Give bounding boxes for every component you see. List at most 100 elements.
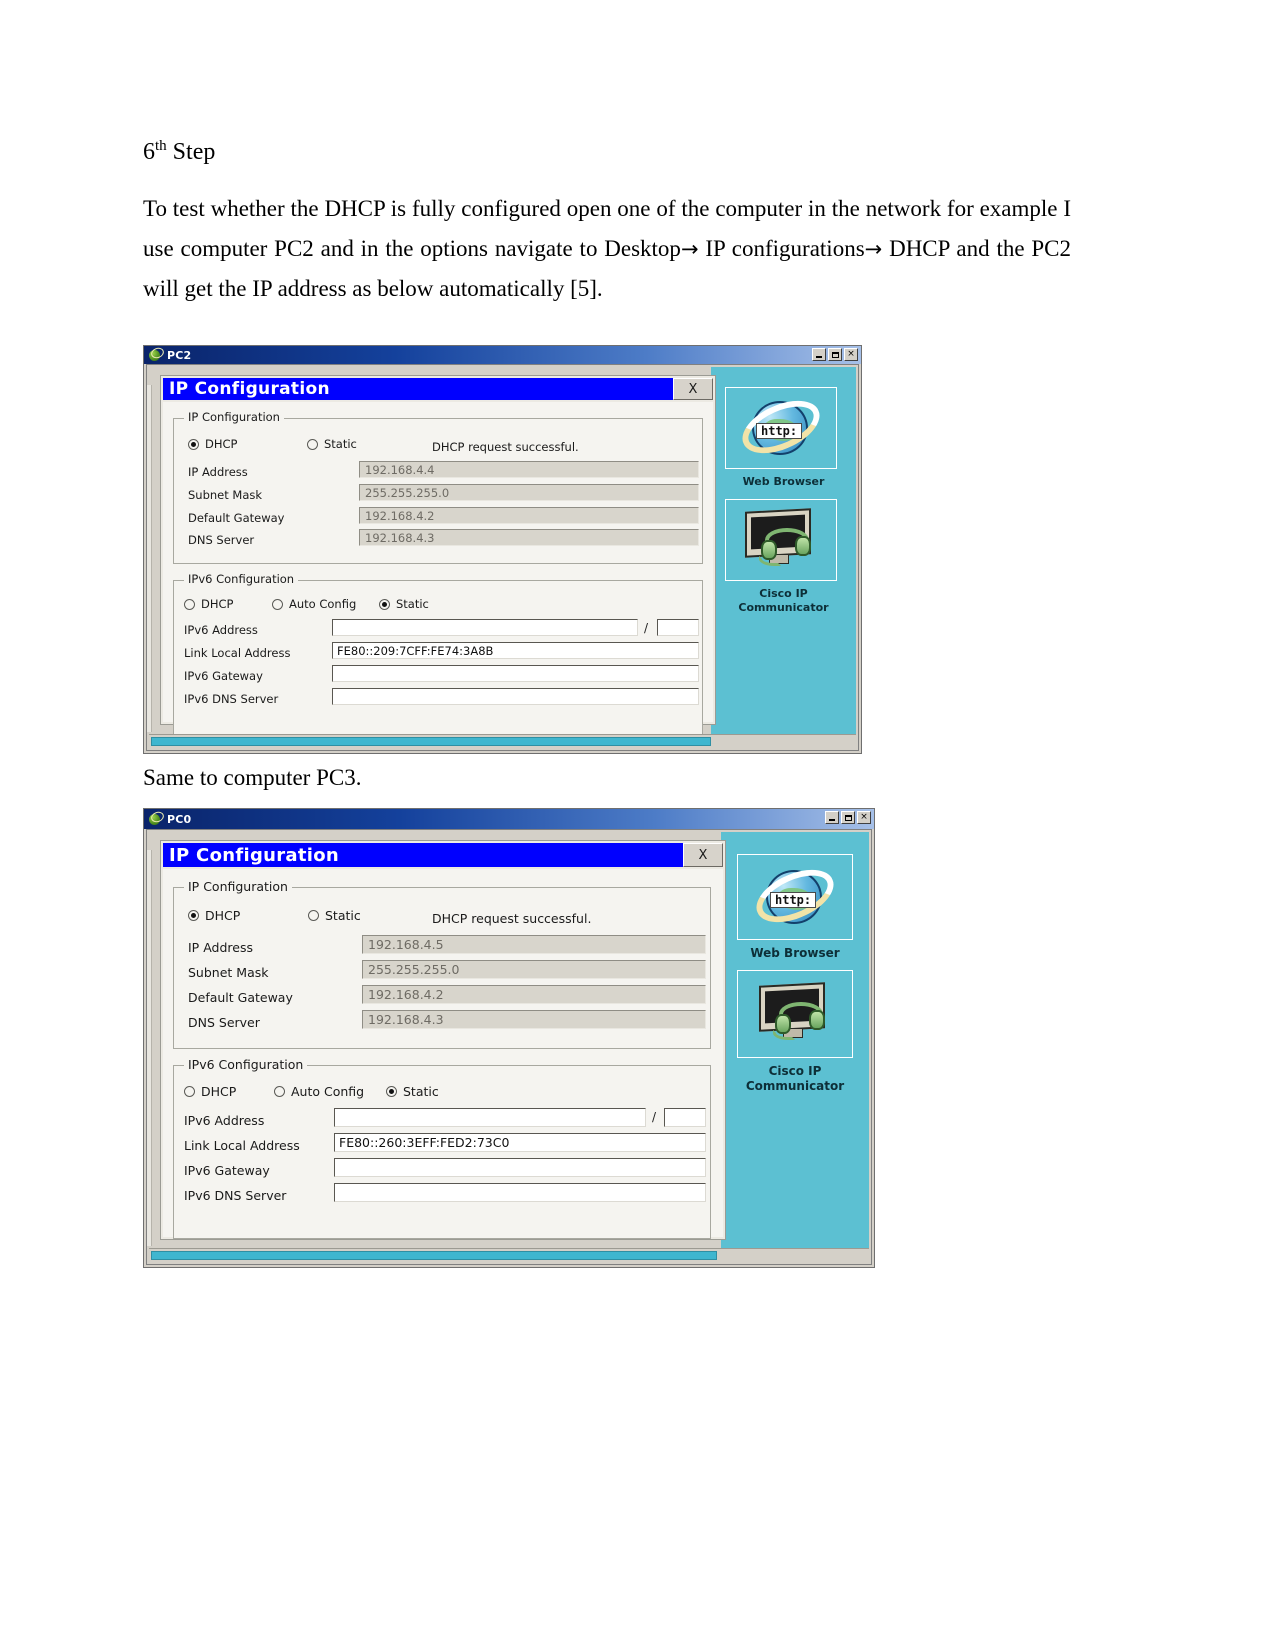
pc2-subnet-mask-label: Subnet Mask [188,488,263,502]
pc2-ipv6-dns-server-label: IPv6 DNS Server [184,692,279,706]
pc2-ipv4-static-radio[interactable]: Static [307,437,357,451]
pc2-ipv6-dhcp-radio[interactable]: DHCP [184,597,233,611]
pc0-ip-address-label: IP Address [188,940,253,955]
pc0-ipv4-dhcp-label: DHCP [205,908,241,923]
cisco-ip-communicator-caption-line1: Cisco IP [759,587,808,600]
pc2-default-gateway-field[interactable]: 192.168.4.2 [359,507,699,524]
minimize-button[interactable] [812,348,826,361]
paragraph-part-2: IP configurations [698,235,865,261]
pc0-left-scroll-strip[interactable] [147,850,152,1246]
pc0-ipv4-static-radio[interactable]: Static [308,908,361,923]
cisco-ip-communicator-icon [749,982,841,1046]
minimize-button[interactable] [825,811,839,824]
pc2-ipv4-group: IP Configuration DHCP Static DHCP reques… [173,410,703,564]
radio-indicator-ipv6-static[interactable] [386,1086,397,1097]
body-paragraph: To test whether the DHCP is fully config… [143,189,1071,309]
pc0-ipv6-static-radio[interactable]: Static [386,1084,439,1099]
radio-indicator-ipv6-dhcp[interactable] [184,1086,195,1097]
dialog-close-button[interactable]: X [673,378,713,400]
pc2-ipv4-dhcp-radio[interactable]: DHCP [188,437,237,451]
pc0-ipv6-address-field[interactable] [334,1108,646,1127]
pc0-ipv6-dns-server-label: IPv6 DNS Server [184,1188,287,1203]
close-icon[interactable]: × [844,348,858,361]
pc0-horizontal-scrollbar[interactable] [149,1248,869,1262]
radio-indicator-ipv6-autoconfig[interactable] [274,1086,285,1097]
pc2-ipv6-prefix-field[interactable] [657,619,699,636]
pc0-ipv6-dns-server-field[interactable] [334,1183,706,1202]
pc0-ipv4-static-label: Static [325,908,361,923]
pc2-ipv6-dns-server-field[interactable] [332,688,699,705]
cisco-ip-communicator-icon [735,508,827,572]
radio-indicator-ipv6-autoconfig[interactable] [272,598,283,610]
pc2-subnet-mask-field[interactable]: 255.255.255.0 [359,484,699,501]
radio-indicator-ipv6-dhcp[interactable] [184,598,195,610]
pc2-link-local-address-field[interactable]: FE80::209:7CFF:FE74:3A8B [332,642,699,659]
web-browser-caption: Web Browser [742,475,825,488]
pc2-window-title: PC2 [167,348,192,362]
figure-caption: Same to computer PC3. [143,765,362,790]
pc2-ipv6-group-legend: IPv6 Configuration [184,572,299,586]
radio-indicator-static[interactable] [307,438,318,450]
pc0-titlebar[interactable]: PC0 × [144,809,874,829]
radio-indicator-static[interactable] [308,910,319,921]
pc0-link-local-address-field[interactable]: FE80::260:3EFF:FED2:73C0 [334,1133,706,1152]
pc2-ipv6-prefix-slash: / [644,621,649,635]
pc2-ip-configuration-dialog[interactable]: IP Configuration X IP Configuration DHCP… [160,375,716,738]
pc2-window-controls[interactable]: × [812,348,858,361]
pc2-ipv6-address-field[interactable] [332,619,638,636]
pc0-ipv6-static-label: Static [403,1084,439,1099]
pc0-default-gateway-label: Default Gateway [188,990,293,1005]
pc2-window[interactable]: PC2 × http: Web Browser Cisco IP Communi… [143,345,862,754]
radio-indicator-dhcp[interactable] [188,910,199,921]
pc0-window-controls[interactable]: × [825,811,871,824]
pc2-dialog-title: IP Configuration [169,379,330,399]
pc2-scrollbar-thumb[interactable] [151,737,711,746]
pc0-default-gateway-field[interactable]: 192.168.4.2 [362,985,706,1004]
pc2-titlebar[interactable]: PC2 × [144,345,861,364]
pc0-ipv6-gateway-field[interactable] [334,1158,706,1177]
pc0-ip-configuration-dialog[interactable]: IP Configuration X IP Configuration DHCP… [160,840,726,1240]
pc0-ipv6-group-legend: IPv6 Configuration [184,1057,308,1072]
pc0-ipv6-autoconfig-label: Auto Config [291,1084,365,1099]
pc0-window[interactable]: PC0 × http: Web Browser Cisco IP Communi… [143,808,875,1268]
pc0-ipv4-group-legend: IP Configuration [184,879,292,894]
web-browser-icon-tile[interactable]: http: [737,854,853,940]
dialog-close-button[interactable]: X [683,843,723,867]
close-icon[interactable]: × [857,811,871,824]
web-browser-icon-tile[interactable]: http: [725,387,837,469]
pc0-desktop-icon-panel: http: Web Browser Cisco IP Communicator [721,832,869,1248]
pc2-ipv6-group: IPv6 Configuration DHCP Auto Config Stat… [173,572,703,738]
pc2-horizontal-scrollbar[interactable] [149,734,856,748]
pc2-ipv4-group-legend: IP Configuration [184,410,284,424]
pc2-ipv6-static-radio[interactable]: Static [379,597,429,611]
pc2-ipv6-static-label: Static [396,597,429,611]
pc2-left-scroll-strip[interactable] [147,385,152,732]
radio-indicator-dhcp[interactable] [188,438,199,450]
maximize-button[interactable] [841,811,855,824]
radio-indicator-ipv6-static[interactable] [379,598,390,610]
cisco-ip-communicator-icon-tile[interactable] [725,499,837,581]
cisco-ip-communicator-icon-tile[interactable] [737,970,853,1058]
packet-tracer-globe-icon [148,345,166,362]
pc0-ip-address-field[interactable]: 192.168.4.5 [362,935,706,954]
pc0-ipv6-prefix-field[interactable] [664,1108,706,1127]
maximize-button[interactable] [828,348,842,361]
pc0-ipv6-dhcp-radio[interactable]: DHCP [184,1084,236,1099]
pc0-subnet-mask-field[interactable]: 255.255.255.0 [362,960,706,979]
cisco-ip-communicator-caption-line2: Communicator [745,1079,845,1093]
pc0-ipv6-dhcp-label: DHCP [201,1084,237,1099]
pc0-dns-server-field[interactable]: 192.168.4.3 [362,1010,706,1029]
pc0-ipv4-dhcp-radio[interactable]: DHCP [188,908,240,923]
pc2-ipv6-autoconfig-radio[interactable]: Auto Config [272,597,356,611]
pc2-ipv6-gateway-field[interactable] [332,665,699,682]
pc2-ip-address-field[interactable]: 192.168.4.4 [359,461,699,478]
pc2-default-gateway-label: Default Gateway [188,511,285,525]
cisco-ip-communicator-caption-line1: Cisco IP [768,1064,822,1078]
pc0-scrollbar-thumb[interactable] [151,1251,717,1260]
pc0-ipv6-autoconfig-radio[interactable]: Auto Config [274,1084,364,1099]
pc2-ipv6-dhcp-label: DHCP [201,597,234,611]
page-title: 6th Step [143,138,1071,167]
step-word: Step [166,139,216,165]
pc2-dns-server-field[interactable]: 192.168.4.3 [359,529,699,546]
pc2-link-local-address-label: Link Local Address [184,646,291,660]
